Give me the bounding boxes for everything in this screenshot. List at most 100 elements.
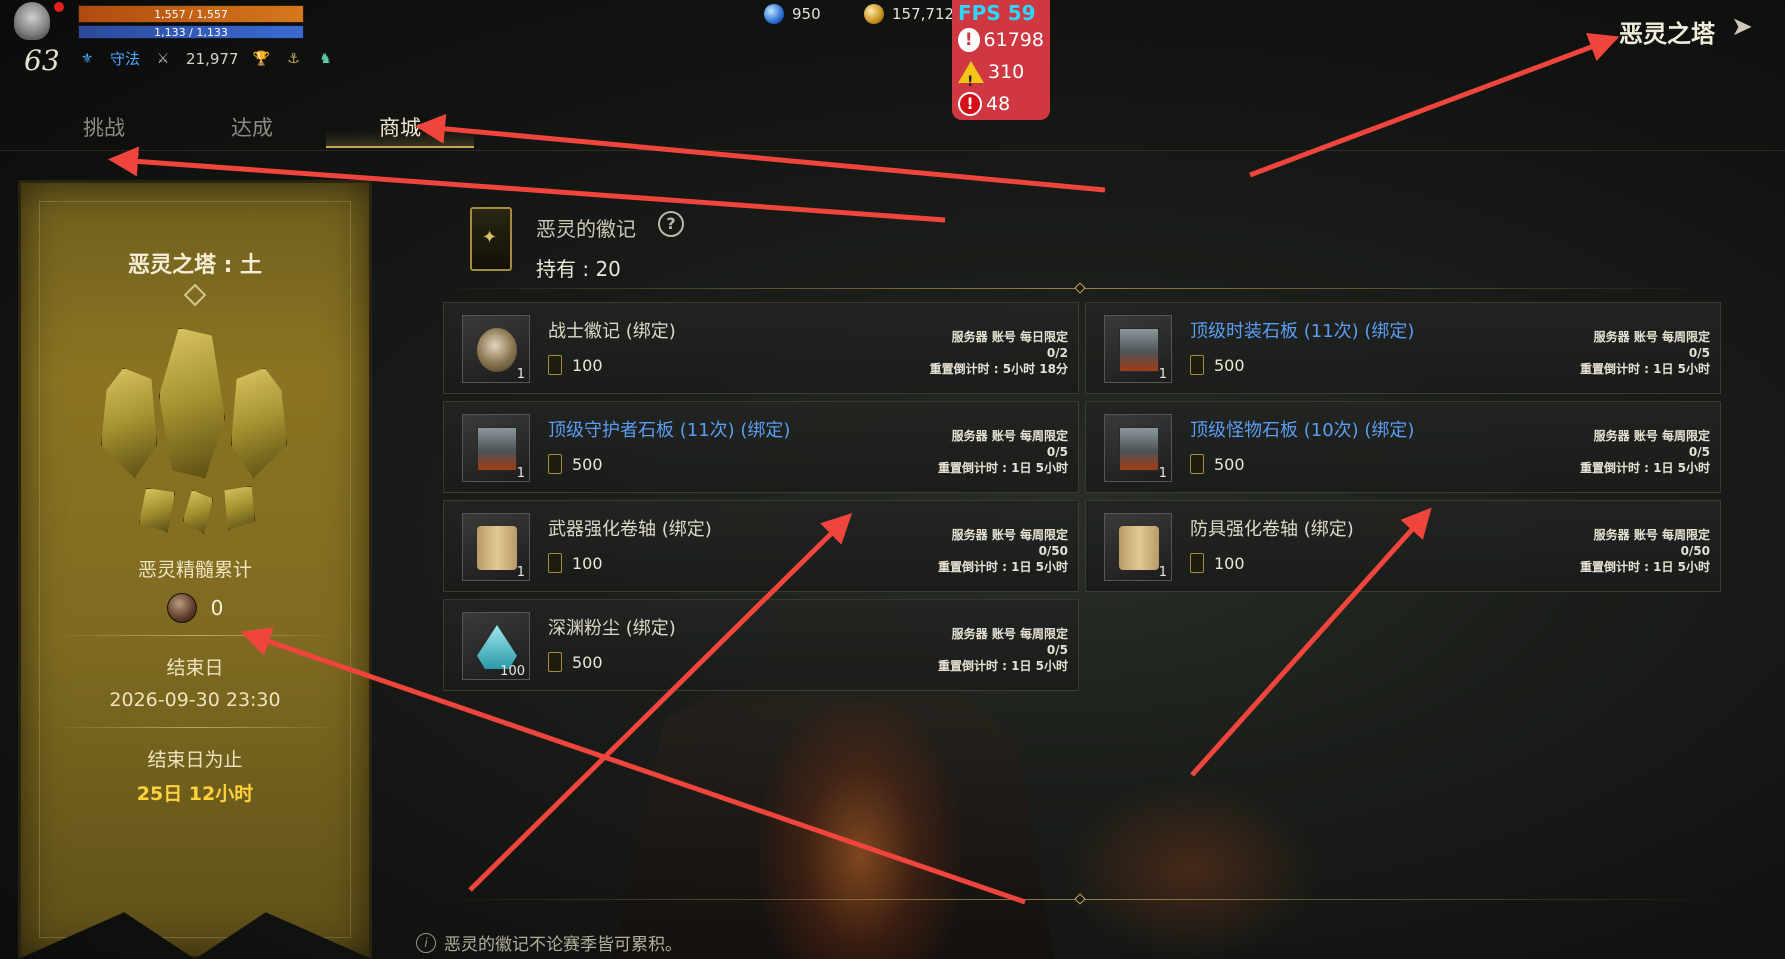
limit-type: 服务器 账号 每周限定: [951, 528, 1068, 542]
purchase-limit: 服务器 账号 每周限定 0/50 重置倒计时 : 1日 5小时: [938, 527, 1068, 575]
item-qty: 1: [1158, 466, 1167, 481]
limit-count: 0/5: [1688, 445, 1710, 459]
gold-amount: 157,712: [892, 5, 955, 23]
item-name: 战士徽记 (绑定): [548, 321, 676, 342]
item-name: 顶级怪物石板 (10次) (绑定): [1190, 420, 1415, 441]
stone-slab-icon: [1119, 427, 1159, 471]
emblem-price-icon: [548, 652, 562, 672]
divider-ornament: [1074, 282, 1086, 294]
item-price: 100: [1190, 553, 1245, 573]
tab-challenge[interactable]: 挑战: [30, 108, 178, 148]
essence-row: 0: [21, 593, 369, 623]
crystal-shard: [183, 490, 213, 534]
scroll-icon: [1119, 526, 1159, 570]
price-value: 500: [572, 454, 603, 474]
remaining-time: 25日 12小时: [136, 783, 254, 805]
item-name: 防具强化卷轴 (绑定): [1190, 519, 1354, 540]
warning-icon: !: [958, 61, 984, 90]
limit-type: 服务器 账号 每周限定: [951, 429, 1068, 443]
combat-power: 21,977: [186, 49, 239, 68]
purchase-limit: 服务器 账号 每周限定 0/50 重置倒计时 : 1日 5小时: [1580, 527, 1710, 575]
class-name: 守法: [110, 50, 141, 68]
tab-achievement[interactable]: 达成: [178, 108, 326, 148]
limit-type: 服务器 账号 每周限定: [1593, 528, 1710, 542]
gold-currency: 157,712: [864, 4, 954, 24]
footer-note-text: 恶灵的徽记不论赛季皆可累积。: [444, 935, 682, 955]
emblem-price-icon: [548, 355, 562, 375]
limit-type: 服务器 账号 每周限定: [1593, 429, 1710, 443]
item-qty: 1: [1158, 367, 1167, 382]
limit-count: 0/50: [1038, 544, 1068, 558]
page-title: 恶灵之塔: [1619, 20, 1715, 48]
essence-label: 恶灵精髓累计: [137, 559, 252, 581]
item-price: 100: [548, 355, 603, 375]
player-stats: ⚜ 守法 ⚔ 21,977 🏆 ⚓ ♞: [78, 48, 335, 69]
shop-item[interactable]: 100 深渊粉尘 (绑定) 500 服务器 账号 每周限定 0/5 重置倒计时 : …: [443, 599, 1079, 691]
background-glow: [1060, 780, 1320, 959]
price-value: 500: [572, 652, 603, 672]
tab-bar: 挑战 达成 商城: [30, 108, 474, 148]
until-label: 结束日为止: [147, 749, 243, 771]
item-qty: 1: [1158, 565, 1167, 580]
item-icon: 1: [462, 513, 530, 581]
essence-value: 0: [210, 596, 224, 620]
essence-icon: [166, 593, 197, 623]
crystal-shard: [224, 486, 255, 530]
item-name: 武器强化卷轴 (绑定): [548, 519, 712, 540]
swords-icon: ⚔: [156, 50, 170, 67]
info-icon: i: [416, 932, 436, 953]
shop-item[interactable]: 1 战士徽记 (绑定) 100 服务器 账号 每日限定 0/2 重置倒计时 : 5小…: [443, 302, 1079, 394]
fps-warn-row: ! 310: [958, 56, 1044, 90]
item-icon: 100: [462, 612, 530, 680]
background-glow: [760, 700, 960, 959]
banner-title: 恶灵之塔 : 土: [127, 253, 263, 278]
player-level: 63: [24, 44, 60, 77]
item-qty: 1: [516, 565, 525, 580]
item-icon: 1: [1104, 513, 1172, 581]
mp-bar: 1,133 / 1,133: [78, 25, 304, 39]
item-icon: 1: [462, 315, 530, 383]
purchase-limit: 服务器 账号 每周限定 0/5 重置倒计时 : 1日 5小时: [1580, 428, 1710, 476]
class-icon: ⚜: [80, 50, 94, 67]
price-value: 100: [1214, 553, 1245, 573]
evil-emblem-icon: [470, 207, 512, 271]
footer-note: i 恶灵的徽记不论赛季皆可累积。: [416, 930, 682, 955]
gem-icon: [764, 4, 784, 24]
tab-shop[interactable]: 商城: [326, 108, 474, 148]
shop-item[interactable]: 1 顶级时装石板 (11次) (绑定) 500 服务器 账号 每周限定 0/5 重置…: [1085, 302, 1721, 394]
emblem-price-icon: [548, 553, 562, 573]
banner-divider: [51, 635, 339, 636]
player-portrait-icon[interactable]: [14, 2, 50, 40]
warn-count: 310: [988, 61, 1025, 83]
emblem-price-icon: [1190, 454, 1204, 474]
mount-icon[interactable]: ♞: [317, 50, 335, 68]
buff-icon[interactable]: ⚓: [285, 50, 303, 68]
purchase-limit: 服务器 账号 每周限定 0/5 重置倒计时 : 1日 5小时: [1580, 329, 1710, 377]
trophy-icon[interactable]: 🏆: [253, 50, 271, 68]
exit-arrow-icon[interactable]: ➤: [1725, 10, 1759, 44]
price-value: 500: [1214, 355, 1245, 375]
item-name: 深渊粉尘 (绑定): [548, 618, 676, 639]
limit-count: 0/5: [1688, 346, 1710, 360]
warrior-emblem-icon: [477, 328, 517, 372]
limit-type: 服务器 账号 每周限定: [951, 627, 1068, 641]
item-qty: 1: [516, 367, 525, 382]
crystal-shard: [101, 368, 157, 478]
reset-timer: 重置倒计时 : 1日 5小时: [1579, 362, 1710, 376]
end-date: 2026-09-30 23:30: [109, 689, 281, 711]
price-value: 100: [572, 355, 603, 375]
crystal-shard: [139, 488, 175, 532]
shop-item[interactable]: 1 武器强化卷轴 (绑定) 100 服务器 账号 每周限定 0/50 重置倒计时 :…: [443, 500, 1079, 592]
shop-item[interactable]: 1 顶级守护者石板 (11次) (绑定) 500 服务器 账号 每周限定 0/5 重…: [443, 401, 1079, 493]
price-value: 100: [572, 553, 603, 573]
price-value: 500: [1214, 454, 1245, 474]
reset-timer: 重置倒计时 : 1日 5小时: [937, 560, 1068, 574]
shop-item[interactable]: 1 顶级怪物石板 (10次) (绑定) 500 服务器 账号 每周限定 0/5 重置…: [1085, 401, 1721, 493]
item-price: 100: [548, 553, 603, 573]
end-date-label: 结束日: [166, 657, 224, 679]
item-price: 500: [548, 652, 603, 672]
shop-item[interactable]: 1 防具强化卷轴 (绑定) 100 服务器 账号 每周限定 0/50 重置倒计时 :…: [1085, 500, 1721, 592]
help-icon[interactable]: ?: [658, 211, 684, 237]
item-price: 500: [1190, 355, 1245, 375]
purchase-limit: 服务器 账号 每日限定 0/2 重置倒计时 : 5小时 18分: [930, 329, 1068, 377]
